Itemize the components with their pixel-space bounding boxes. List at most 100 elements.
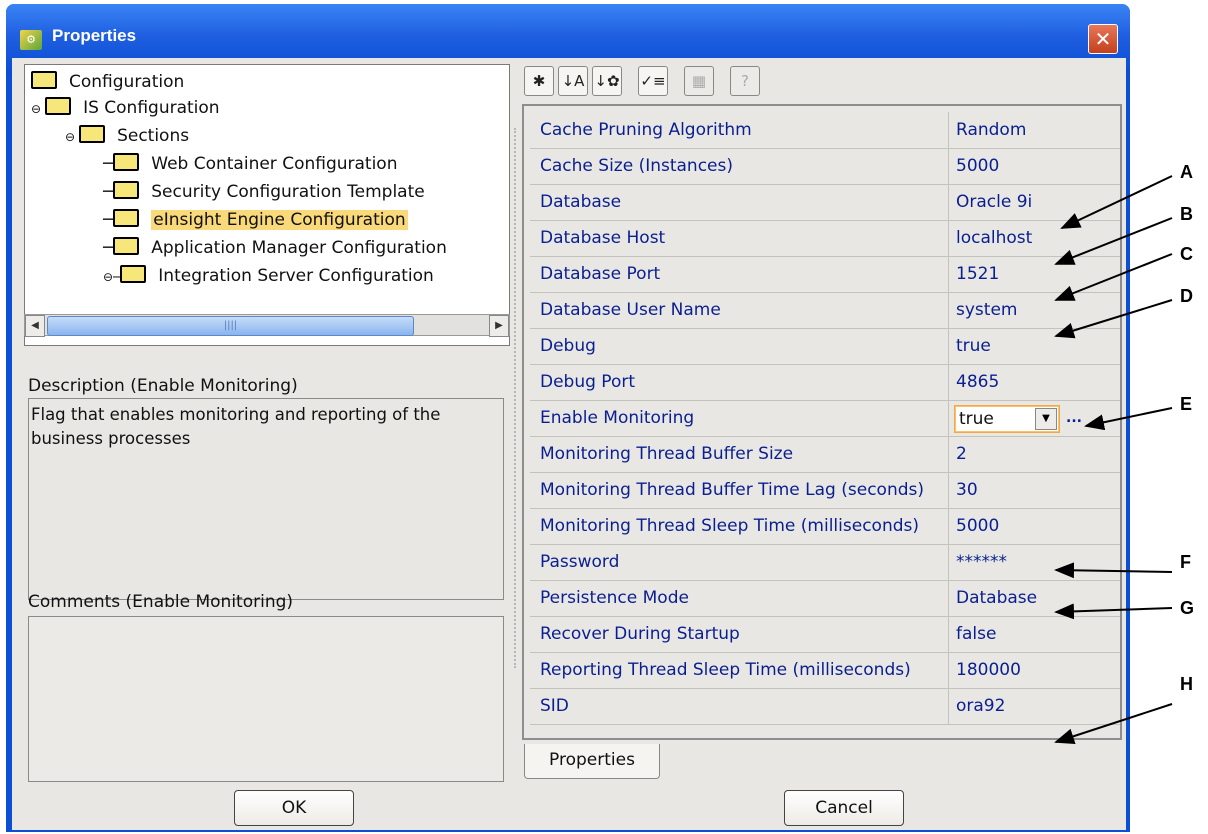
property-name: Monitoring Thread Sleep Time (millisecon… — [540, 516, 919, 536]
callout-letter-a: A — [1180, 162, 1193, 182]
tree-node-sections[interactable]: ⊖ Sections — [65, 123, 189, 149]
comments-textarea[interactable] — [28, 616, 504, 782]
folder-icon — [113, 153, 140, 171]
table-row[interactable]: Enable Monitoring true ▼ ... — [530, 400, 1120, 437]
table-row[interactable]: Debug Port 4865 — [530, 364, 1120, 401]
scroll-left-arrow-icon[interactable]: ◀ — [25, 315, 45, 337]
cancel-button[interactable]: Cancel — [784, 790, 904, 826]
property-name: Monitoring Thread Buffer Size — [540, 444, 794, 464]
property-name: Reporting Thread Sleep Time (millisecond… — [540, 660, 911, 680]
ellipsis-button[interactable]: ... — [1066, 400, 1082, 436]
property-value[interactable]: 180000 — [956, 652, 1021, 688]
tree-node-configuration[interactable]: Configuration — [31, 69, 184, 95]
configuration-tree[interactable]: Configuration ⊖ IS Configuration ⊖ Section… — [24, 64, 510, 346]
app-icon: ⚙ — [20, 30, 42, 50]
tree-node-application-manager[interactable]: ─ Application Manager Configuration — [103, 235, 447, 261]
property-value[interactable]: ora92 — [956, 688, 1005, 724]
property-value[interactable]: true — [956, 328, 991, 364]
property-grid: Cache Pruning Algorithm Random Cache Size… — [522, 104, 1122, 740]
property-value[interactable]: Oracle 9i — [956, 184, 1032, 220]
checklist-icon[interactable]: ✓≡ — [638, 66, 668, 96]
categorized-view-icon[interactable]: ✱ — [524, 66, 554, 96]
ok-button[interactable]: OK — [234, 790, 354, 826]
table-row[interactable]: Recover During Startup false — [530, 616, 1120, 653]
property-value[interactable]: 2 — [956, 436, 967, 472]
expand-toggle-icon[interactable]: ⊖ — [31, 102, 41, 116]
table-row[interactable]: Debug true — [530, 328, 1120, 365]
property-value[interactable]: Database — [956, 580, 1037, 616]
table-row[interactable]: Cache Size (Instances) 5000 — [530, 148, 1120, 185]
chevron-down-icon[interactable]: ▼ — [1035, 408, 1057, 430]
folder-icon — [45, 97, 72, 115]
property-value[interactable]: 30 — [956, 472, 978, 508]
property-name: Persistence Mode — [540, 588, 689, 608]
table-row[interactable]: SID ora92 — [530, 688, 1120, 725]
expand-toggle-icon[interactable]: ⊖─ — [103, 270, 120, 284]
tab-properties[interactable]: Properties — [524, 744, 660, 779]
properties-grid-icon[interactable]: ▦ — [684, 66, 714, 96]
table-row[interactable]: Database Host localhost — [530, 220, 1120, 257]
property-value[interactable]: 4865 — [956, 364, 999, 400]
table-row[interactable]: Monitoring Thread Buffer Size 2 — [530, 436, 1120, 473]
property-name: Database — [540, 192, 622, 212]
property-name: Debug — [540, 336, 596, 356]
scroll-thumb[interactable]: |||| — [47, 316, 414, 336]
folder-icon — [79, 125, 106, 143]
property-value[interactable]: 5000 — [956, 508, 999, 544]
callout-letter-g: G — [1180, 598, 1195, 618]
folder-icon — [113, 209, 140, 227]
window-title: Properties — [52, 26, 137, 45]
table-row[interactable]: Database Oracle 9i — [530, 184, 1120, 221]
property-name: Recover During Startup — [540, 624, 740, 644]
callout-letter-e: E — [1180, 394, 1193, 414]
callout-letter-h: H — [1180, 674, 1193, 694]
tree-node-einsight-engine[interactable]: ─ eInsight Engine Configuration — [103, 207, 408, 233]
callout-letter-d: D — [1180, 286, 1193, 306]
alphabetical-sort-icon[interactable]: ↓A — [558, 66, 588, 96]
dropdown-value: true — [959, 409, 994, 429]
property-value[interactable]: ****** — [956, 544, 1007, 580]
property-value[interactable]: localhost — [956, 220, 1032, 256]
expand-toggle-icon[interactable]: ⊖ — [65, 130, 75, 144]
property-name: Database User Name — [540, 300, 721, 320]
folder-icon — [113, 237, 140, 255]
tree-line: ─ — [103, 154, 114, 174]
property-name: Database Port — [540, 264, 661, 284]
tree-node-security-template[interactable]: ─ Security Configuration Template — [103, 179, 425, 205]
table-row[interactable]: Monitoring Thread Buffer Time Lag (secon… — [530, 472, 1120, 509]
scroll-right-arrow-icon[interactable]: ▶ — [489, 315, 509, 337]
tree-node-web-container[interactable]: ─ Web Container Configuration — [103, 151, 397, 177]
property-value[interactable]: 1521 — [956, 256, 999, 292]
table-row[interactable]: Password ****** — [530, 544, 1120, 581]
table-row[interactable]: Cache Pruning Algorithm Random — [530, 112, 1120, 149]
callout-letter-b: B — [1180, 204, 1193, 224]
comments-label: Comments (Enable Monitoring) — [28, 592, 294, 612]
property-name: Enable Monitoring — [540, 408, 695, 428]
sort-by-type-icon[interactable]: ↓✿ — [592, 66, 622, 96]
tree-node-is-configuration[interactable]: ⊖ IS Configuration — [31, 95, 220, 121]
enable-monitoring-dropdown[interactable]: true ▼ — [954, 405, 1060, 433]
table-row[interactable]: Reporting Thread Sleep Time (millisecond… — [530, 652, 1120, 689]
property-name: Monitoring Thread Buffer Time Lag (secon… — [540, 480, 925, 500]
table-row[interactable]: Database Port 1521 — [530, 256, 1120, 293]
help-icon[interactable]: ? — [730, 66, 760, 96]
folder-icon — [120, 265, 147, 283]
pane-splitter[interactable] — [514, 128, 518, 668]
property-value[interactable]: Random — [956, 112, 1026, 148]
tree-horizontal-scrollbar[interactable]: ◀ |||| ▶ — [24, 314, 510, 337]
property-value[interactable]: 5000 — [956, 148, 999, 184]
close-button[interactable]: ✕ — [1088, 24, 1118, 54]
folder-icon — [31, 71, 57, 89]
property-value[interactable]: false — [956, 616, 996, 652]
table-row[interactable]: Monitoring Thread Sleep Time (millisecon… — [530, 508, 1120, 545]
property-name: Cache Size (Instances) — [540, 156, 734, 176]
description-text: Flag that enables monitoring and reporti… — [28, 398, 504, 600]
dialog-body: Configuration ⊖ IS Configuration ⊖ Section… — [12, 58, 1126, 830]
property-name: SID — [540, 696, 569, 716]
tree-line: ─ — [103, 210, 114, 230]
tree-node-integration-server[interactable]: ⊖─ Integration Server Configuration — [103, 263, 434, 289]
properties-dialog: ⚙ Properties ✕ Configuration ⊖ IS Configu… — [6, 4, 1130, 832]
table-row[interactable]: Database User Name system — [530, 292, 1120, 329]
table-row[interactable]: Persistence Mode Database — [530, 580, 1120, 617]
property-value[interactable]: system — [956, 292, 1017, 328]
